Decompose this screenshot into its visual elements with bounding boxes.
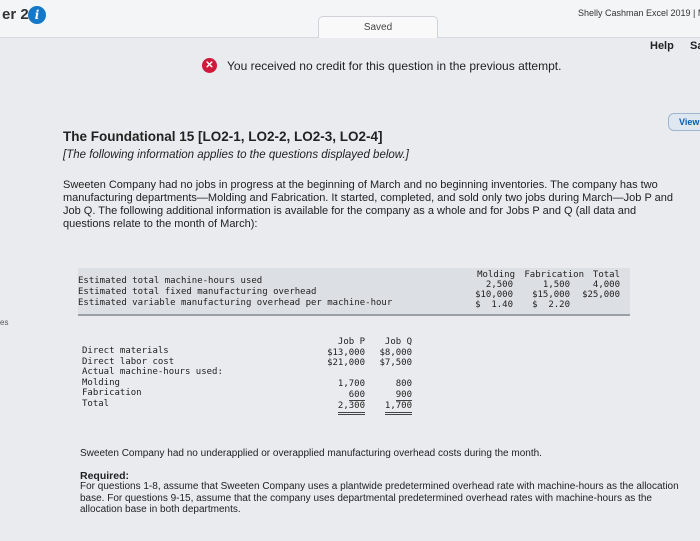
- jobs-row-label: Total: [82, 398, 110, 409]
- jobs-row-label: Direct materials: [82, 346, 169, 356]
- table-cell: 900: [395, 389, 412, 401]
- save-button[interactable]: Sa: [690, 40, 700, 52]
- notice-text: You received no credit for this question…: [227, 58, 562, 73]
- table-cell: 600: [348, 389, 365, 401]
- question-intro: Sweeten Company had no jobs in progress …: [63, 179, 674, 230]
- table-cell: $8,000: [379, 347, 412, 358]
- view-tab[interactable]: View: [668, 113, 700, 131]
- book-title: Shelly Cashman Excel 2019 | M: [578, 8, 700, 18]
- table-cell: 1,700: [337, 379, 365, 389]
- column-header-job-p: Job P: [337, 337, 365, 347]
- previous-attempt-notice: ✕ You received no credit for this questi…: [202, 58, 561, 73]
- top-bar: er 2 i Shelly Cashman Excel 2019 | M Sav…: [0, 0, 700, 38]
- required-text: For questions 1-8, assume that Sweeten C…: [80, 481, 679, 515]
- jobs-row-label: Fabrication: [82, 388, 142, 398]
- info-icon[interactable]: i: [28, 6, 46, 24]
- table-cell: $13,000: [327, 347, 365, 358]
- saved-status: Saved: [318, 16, 438, 38]
- column-header-total: Total: [592, 270, 620, 280]
- question-title: The Foundational 15 [LO2-1, LO2-2, LO2-3…: [63, 129, 383, 144]
- estimates-row-label: Estimated total fixed manufacturing over…: [78, 287, 317, 297]
- table-cell: 1,700: [384, 401, 412, 415]
- table-cell: $ 2.20: [532, 300, 570, 310]
- estimates-table: Estimated total machine-hours used Estim…: [78, 268, 630, 316]
- table-cell: [320, 369, 365, 380]
- table-cell: 800: [395, 379, 412, 389]
- table-cell: 4,000: [592, 280, 620, 290]
- table-cell: 2,300: [337, 401, 365, 415]
- table-cell: [372, 369, 412, 380]
- estimates-row-label: Estimated variable manufacturing overhea…: [78, 298, 393, 308]
- estimates-row-label: Estimated total machine-hours used: [78, 276, 263, 286]
- table-cell: 1,500: [542, 280, 570, 290]
- chapter-label: er 2: [2, 6, 29, 23]
- column-header-molding: Molding: [477, 270, 515, 280]
- table-cell: $15,000: [532, 290, 570, 300]
- table-cell: $25,000: [582, 290, 620, 300]
- job-p-column: Job P $13,000 $21,000 1,700 600 2,300: [320, 337, 365, 415]
- left-nav-label: es: [0, 318, 9, 327]
- close-circle-icon: ✕: [202, 58, 217, 73]
- jobs-row-label: Molding: [82, 377, 120, 388]
- table-cell: $21,000: [327, 358, 365, 368]
- jobs-table: Direct materials Direct labor cost Actua…: [82, 337, 428, 421]
- help-button[interactable]: Help: [650, 40, 674, 52]
- jobs-row-label: Actual machine-hours used:: [82, 367, 223, 377]
- table-cell: $ 1.40: [475, 300, 513, 310]
- jobs-row-label: Direct labor cost: [82, 356, 175, 367]
- question-subtitle: [The following information applies to th…: [63, 149, 409, 161]
- overhead-statement: Sweeten Company had no underapplied or o…: [80, 448, 542, 459]
- job-q-column: Job Q $8,000 $7,500 800 900 1,700: [372, 337, 412, 415]
- jobs-row-labels: Direct materials Direct labor cost Actua…: [82, 346, 223, 409]
- table-cell: $10,000: [475, 290, 513, 300]
- table-cell: 2,500: [485, 280, 513, 290]
- column-header-job-q: Job Q: [384, 337, 412, 347]
- column-header-fabrication: Fabrication: [524, 270, 584, 280]
- estimates-row-labels: Estimated total machine-hours used Estim…: [78, 276, 392, 309]
- table-cell: $7,500: [379, 358, 412, 368]
